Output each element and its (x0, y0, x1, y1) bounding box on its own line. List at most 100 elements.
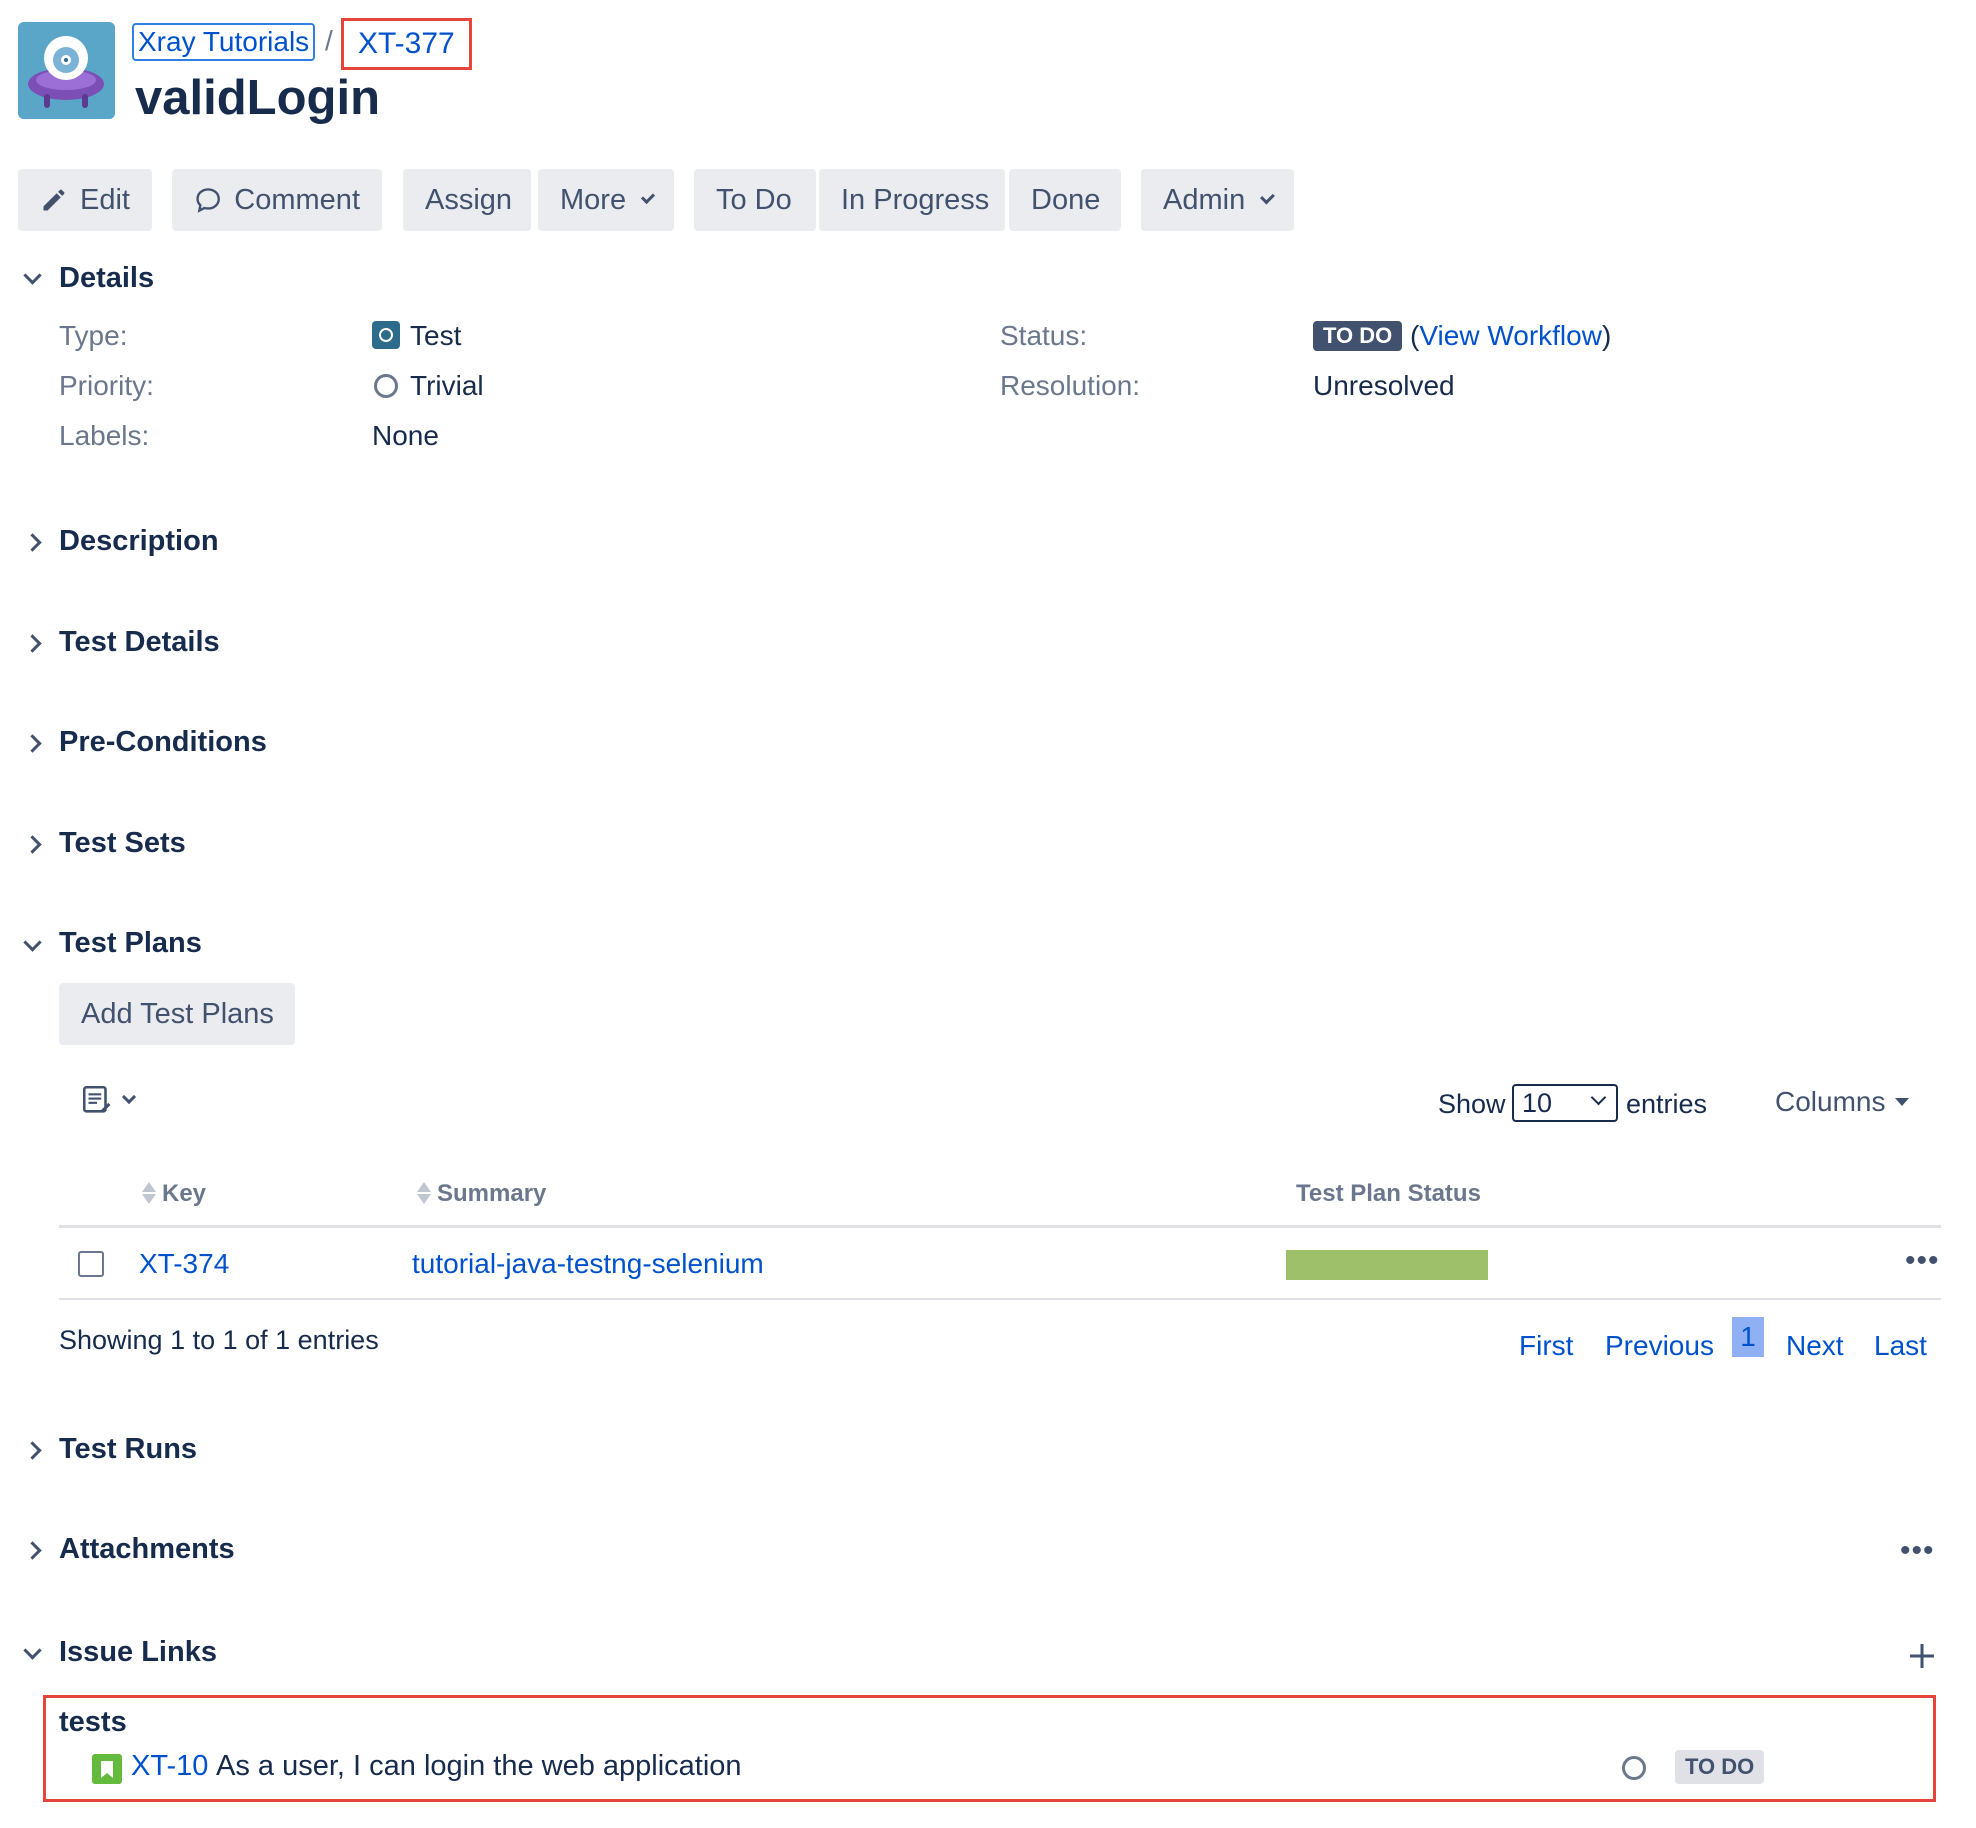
chevron-down-icon (121, 1089, 137, 1105)
page-title: validLogin (135, 71, 380, 125)
linked-issue-key-link[interactable]: XT-10 (131, 1750, 208, 1783)
in-progress-transition-button[interactable]: In Progress (819, 169, 1005, 231)
row-summary-link[interactable]: tutorial-java-testng-selenium (412, 1248, 764, 1280)
details-section-title[interactable]: Details (59, 262, 154, 295)
test-details-toggle-icon[interactable] (22, 633, 42, 653)
list-edit-icon (82, 1085, 111, 1113)
chevron-down-icon (1260, 189, 1275, 205)
row-key-link[interactable]: XT-374 (139, 1248, 229, 1280)
chevron-down-icon (640, 189, 656, 205)
description-section-title[interactable]: Description (59, 525, 219, 558)
row-checkbox[interactable] (78, 1251, 104, 1277)
status-value: TO DO (View Workflow) (1313, 320, 1611, 352)
labels-value: None (372, 420, 439, 451)
resolution-label: Resolution: (1000, 370, 1141, 401)
more-button-label: More (560, 184, 627, 216)
story-type-icon (92, 1754, 122, 1784)
project-avatar[interactable] (18, 22, 115, 119)
summary-column-header[interactable]: Summary (417, 1180, 546, 1208)
add-test-plans-button[interactable]: Add Test Plans (59, 983, 295, 1045)
status-label: Status: (1000, 320, 1088, 351)
priority-label: Priority: (59, 370, 154, 401)
key-column-header[interactable]: Key (142, 1180, 206, 1208)
pagination-next[interactable]: Next (1786, 1330, 1844, 1362)
pagination-first[interactable]: First (1519, 1330, 1573, 1362)
test-runs-toggle-icon[interactable] (22, 1440, 42, 1460)
breadcrumb-issue-key-link[interactable]: XT-377 (341, 18, 472, 70)
comment-icon (196, 188, 220, 213)
priority-value-text: Trivial (410, 370, 484, 401)
row-actions-more-icon[interactable]: ••• (1905, 1244, 1940, 1278)
sort-icon (417, 1180, 431, 1206)
done-transition-button[interactable]: Done (1009, 169, 1121, 231)
comment-button-label: Comment (234, 184, 360, 216)
alien-logo-icon (18, 22, 115, 119)
breadcrumb-project-link[interactable]: Xray Tutorials (132, 23, 316, 61)
bulk-actions-menu[interactable] (80, 1080, 150, 1120)
caret-down-icon (1895, 1098, 1910, 1106)
attachments-section-title[interactable]: Attachments (59, 1533, 235, 1566)
workflow-close-paren: ) (1601, 320, 1612, 351)
labels-label: Labels: (59, 420, 150, 451)
columns-button[interactable]: Columns (1775, 1086, 1910, 1118)
add-test-plans-label: Add Test Plans (81, 998, 274, 1030)
entries-select-value: 10 (1522, 1088, 1553, 1118)
trivial-priority-icon (1622, 1756, 1646, 1780)
link-type-label: tests (59, 1706, 127, 1738)
admin-button-label: Admin (1163, 184, 1246, 216)
resolution-value: Unresolved (1313, 370, 1455, 401)
test-sets-toggle-icon[interactable] (22, 834, 42, 854)
test-details-section-title[interactable]: Test Details (59, 626, 220, 659)
workflow-open-paren: ( (1410, 320, 1420, 351)
issue-links-toggle-icon[interactable] (22, 1643, 42, 1663)
test-plans-section-title[interactable]: Test Plans (59, 927, 202, 960)
test-plans-toggle-icon[interactable] (22, 935, 42, 955)
test-type-icon (372, 321, 400, 349)
priority-value: Trivial (374, 370, 484, 402)
type-value: Test (372, 320, 461, 352)
test-plan-status-bar (1286, 1250, 1488, 1280)
add-link-plus-icon[interactable] (1908, 1642, 1936, 1670)
test-runs-section-title[interactable]: Test Runs (59, 1433, 197, 1466)
show-label: Show (1438, 1089, 1506, 1119)
preconditions-section-title[interactable]: Pre-Conditions (59, 726, 267, 759)
type-value-text: Test (410, 320, 462, 351)
assign-button-label: Assign (425, 184, 513, 216)
columns-button-label: Columns (1775, 1086, 1886, 1117)
edit-button[interactable]: Edit (18, 169, 152, 231)
linked-issue-status-lozenge: TO DO (1675, 1750, 1765, 1784)
preconditions-toggle-icon[interactable] (22, 733, 42, 753)
done-button-label: Done (1031, 184, 1101, 216)
view-workflow-link[interactable]: View Workflow (1419, 320, 1602, 351)
issue-links-section-title[interactable]: Issue Links (59, 1636, 217, 1669)
attachments-more-icon[interactable]: ••• (1900, 1534, 1935, 1568)
pencil-icon (43, 189, 65, 211)
edit-button-label: Edit (80, 184, 130, 216)
test-sets-section-title[interactable]: Test Sets (59, 827, 186, 860)
todo-transition-button[interactable]: To Do (694, 169, 816, 231)
admin-button[interactable]: Admin (1141, 169, 1294, 231)
assign-button[interactable]: Assign (403, 169, 531, 231)
summary-header-label: Summary (437, 1180, 547, 1207)
table-row: XT-374 tutorial-java-testng-selenium ••• (59, 1228, 1941, 1300)
more-button[interactable]: More (538, 169, 674, 231)
showing-entries-text: Showing 1 to 1 of 1 entries (59, 1325, 379, 1355)
attachments-toggle-icon[interactable] (22, 1540, 42, 1560)
breadcrumb-separator: / (325, 25, 333, 56)
todo-button-label: To Do (716, 184, 792, 216)
entries-label: entries (1626, 1089, 1708, 1119)
status-lozenge: TO DO (1313, 321, 1403, 351)
sort-icon (142, 1180, 156, 1206)
key-header-label: Key (162, 1180, 207, 1207)
pagination-last[interactable]: Last (1874, 1330, 1927, 1362)
chevron-down-icon (1590, 1089, 1607, 1106)
test-plan-status-fill (1286, 1250, 1488, 1280)
details-toggle-icon[interactable] (22, 268, 42, 288)
entries-per-page-select[interactable]: 10 (1512, 1084, 1618, 1122)
pagination-current-page[interactable]: 1 (1732, 1317, 1764, 1357)
comment-button[interactable]: Comment (172, 169, 382, 231)
pagination-previous[interactable]: Previous (1605, 1330, 1714, 1362)
description-toggle-icon[interactable] (22, 532, 42, 552)
in-progress-button-label: In Progress (841, 184, 990, 216)
type-label: Type: (59, 320, 128, 351)
